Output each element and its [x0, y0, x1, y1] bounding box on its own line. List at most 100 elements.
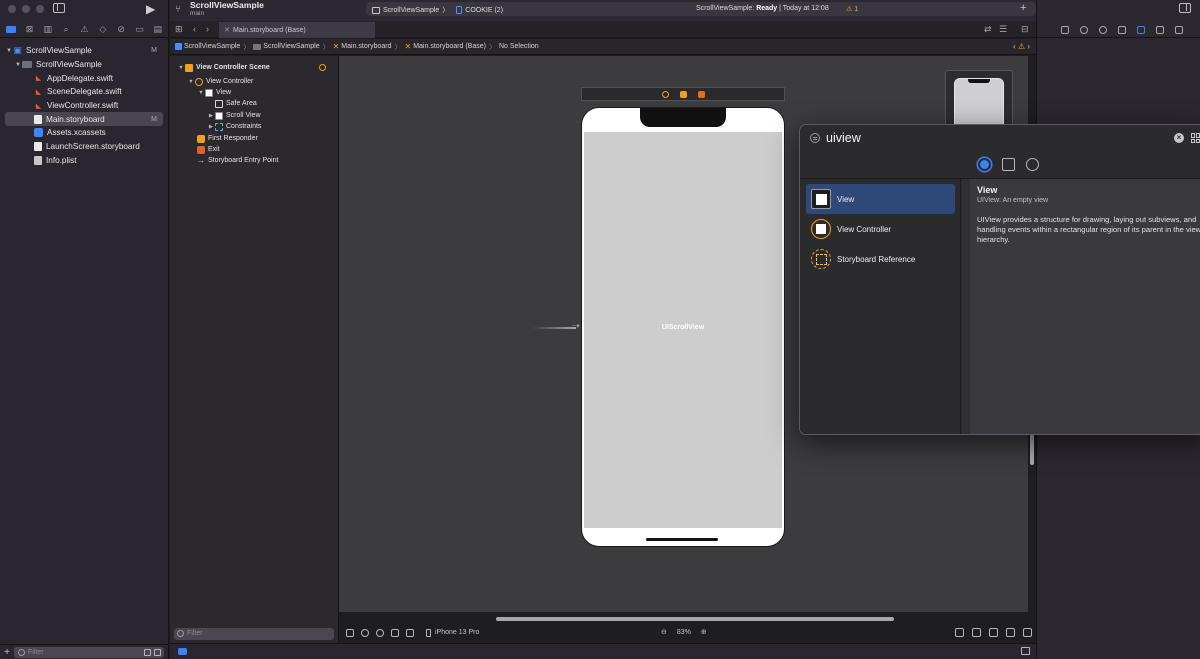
breakpoint-navigator-tab[interactable]: ▭	[134, 24, 145, 35]
split-editor-icon[interactable]: ⊟	[1021, 24, 1029, 35]
debug-area-icon[interactable]	[178, 648, 187, 655]
library-plus-button[interactable]: +	[1020, 2, 1026, 14]
tree-item-group[interactable]: ▼ ScrollViewSample	[0, 58, 169, 72]
disclosure-closed-icon[interactable]: ▶	[207, 124, 215, 130]
tree-item-launchscreen[interactable]: LaunchScreen.storyboard	[0, 140, 169, 154]
safe-area-toggle-icon[interactable]	[406, 628, 414, 637]
scroll-view[interactable]: UIScrollView	[584, 132, 782, 528]
outline-item-entry-point[interactable]: → Storyboard Entry Point	[197, 155, 278, 166]
iphone-scene-frame[interactable]: UIScrollView	[581, 107, 785, 547]
hide-outline-icon[interactable]	[346, 628, 354, 637]
source-control-tab[interactable]: ⊠	[24, 24, 35, 35]
tree-item-appdelegate[interactable]: ◣ AppDelegate.swift	[0, 71, 169, 85]
tree-item-project[interactable]: ▼ ▣ ScrollViewSample M	[0, 44, 169, 58]
issue-navigator-tab[interactable]: ⚠	[79, 24, 90, 35]
tree-item-infoplist[interactable]: Info.plist	[0, 154, 169, 168]
related-items-icon[interactable]: ⊞	[175, 24, 183, 35]
disclosure-closed-icon[interactable]: ▶	[207, 113, 215, 119]
objects-library-tab[interactable]	[978, 158, 991, 171]
add-constraints-icon[interactable]	[989, 628, 998, 637]
scene-warning-icon[interactable]	[319, 64, 326, 71]
disclosure-open-icon[interactable]: ▼	[187, 79, 195, 85]
toggle-debug-area-icon[interactable]	[1021, 647, 1030, 655]
outline-item-safe-area[interactable]: Safe Area	[207, 98, 257, 109]
exit-dock-icon[interactable]	[697, 90, 705, 98]
outline-item-scroll-view[interactable]: ▶ Scroll View	[207, 110, 261, 121]
disclosure-open-icon[interactable]: ▼	[197, 90, 205, 96]
connections-inspector-tab[interactable]	[1175, 25, 1183, 34]
tree-item-main-storyboard[interactable]: Main.storyboard M	[5, 112, 163, 127]
resolve-issues-icon[interactable]	[1006, 628, 1015, 637]
library-item-view[interactable]: View	[806, 184, 955, 214]
branch-name[interactable]: main	[190, 10, 204, 17]
image-library-tab[interactable]	[1002, 158, 1015, 171]
minimize-window-button[interactable]	[22, 5, 30, 13]
first-responder-dock-icon[interactable]	[679, 90, 687, 98]
color-palette-tab[interactable]	[1026, 158, 1039, 171]
update-frames-icon[interactable]	[955, 628, 964, 637]
tree-item-viewcontroller[interactable]: ◣ ViewController.swift	[0, 99, 169, 113]
run-button[interactable]: ▶	[146, 2, 155, 16]
identity-inspector-tab[interactable]	[1118, 25, 1126, 34]
orientation-icon[interactable]	[391, 628, 399, 637]
align-icon[interactable]	[972, 628, 981, 637]
jump-bar-group[interactable]: ScrollViewSample	[253, 43, 320, 50]
interface-style-icon[interactable]	[361, 628, 369, 637]
symbol-navigator-tab[interactable]: ▥	[42, 24, 53, 35]
outline-item-view-controller[interactable]: ▼ View Controller	[187, 76, 253, 87]
disclosure-open-icon[interactable]: ▼	[5, 48, 13, 54]
back-chevron-icon[interactable]: ‹	[193, 24, 196, 34]
library-item-storyboard-reference[interactable]: Storyboard Reference	[806, 244, 955, 274]
inspector-toggle-icon[interactable]	[1179, 3, 1191, 13]
outline-item-constraints[interactable]: ▶ Constraints	[207, 121, 261, 132]
navigator-filter-field[interactable]: Filter	[14, 646, 164, 658]
run-destination[interactable]: COOKIE (2)	[465, 7, 503, 14]
navigator-toggle-icon[interactable]	[53, 3, 65, 13]
debug-navigator-tab[interactable]: ⊘	[116, 24, 127, 35]
tree-item-scenedelegate[interactable]: ◣ SceneDelegate.swift	[0, 85, 169, 99]
zoom-in-icon[interactable]: ⊕	[701, 628, 707, 636]
library-item-view-controller[interactable]: View Controller	[806, 214, 955, 244]
add-file-button[interactable]: +	[0, 647, 14, 658]
outline-item-first-responder[interactable]: First Responder	[197, 133, 258, 144]
disclosure-open-icon[interactable]: ▼	[177, 65, 185, 71]
test-navigator-tab[interactable]: ◇	[97, 24, 108, 35]
project-navigator-tab[interactable]	[6, 24, 17, 35]
editor-tab-main-storyboard[interactable]: ✕ Main.storyboard (Base)	[219, 22, 375, 38]
canvas-minimap[interactable]	[945, 70, 1013, 130]
attributes-inspector-tab[interactable]	[1137, 25, 1145, 34]
source-control-filter-icon[interactable]	[154, 648, 161, 656]
grid-view-icon[interactable]	[1191, 133, 1200, 143]
outline-filter-field[interactable]: Filter	[174, 627, 334, 640]
size-inspector-tab[interactable]	[1156, 25, 1164, 34]
tree-item-assets[interactable]: Assets.xcassets	[0, 126, 169, 140]
find-navigator-tab[interactable]: ⌕	[61, 24, 72, 35]
device-config-button[interactable]: iPhone 13 Pro	[426, 628, 479, 637]
view-controller-dock-icon[interactable]	[661, 90, 669, 98]
horizontal-scrollbar[interactable]	[496, 617, 894, 621]
clear-search-icon[interactable]: ×	[1174, 133, 1184, 143]
outline-item-exit[interactable]: Exit	[197, 144, 220, 155]
disclosure-open-icon[interactable]: ▼	[14, 62, 22, 68]
outline-item-view[interactable]: ▼ View	[197, 87, 231, 98]
jump-bar-localization[interactable]: ✕ Main.storyboard (Base)	[405, 42, 486, 51]
storyboard-entry-arrow[interactable]: ➝	[532, 322, 580, 332]
jump-bar-project[interactable]: ScrollViewSample	[175, 43, 240, 50]
file-inspector-tab[interactable]	[1061, 25, 1069, 34]
swap-editor-icon[interactable]: ⇄	[984, 24, 992, 35]
close-tab-icon[interactable]: ✕	[224, 26, 230, 34]
recent-files-icon[interactable]	[144, 648, 151, 656]
jump-bar-selection[interactable]: No Selection	[499, 43, 539, 50]
forward-chevron-icon[interactable]: ›	[206, 24, 209, 34]
jump-bar-issue-nav[interactable]: ‹ ⚠ ›	[1013, 42, 1030, 51]
scheme-selector[interactable]: ScrollViewSample 〉 COOKIE (2)	[372, 5, 503, 15]
warning-indicator[interactable]: ⚠ 1	[846, 5, 858, 13]
history-inspector-tab[interactable]	[1080, 25, 1088, 34]
report-navigator-tab[interactable]: ▤	[152, 24, 163, 35]
editor-options-icon[interactable]: ☰	[999, 24, 1007, 35]
close-window-button[interactable]	[8, 5, 16, 13]
zoom-level[interactable]: 83%	[677, 629, 691, 636]
zoom-window-button[interactable]	[36, 5, 44, 13]
appearance-icon[interactable]	[376, 628, 384, 637]
jump-bar-file[interactable]: ✕ Main.storyboard	[333, 42, 392, 51]
